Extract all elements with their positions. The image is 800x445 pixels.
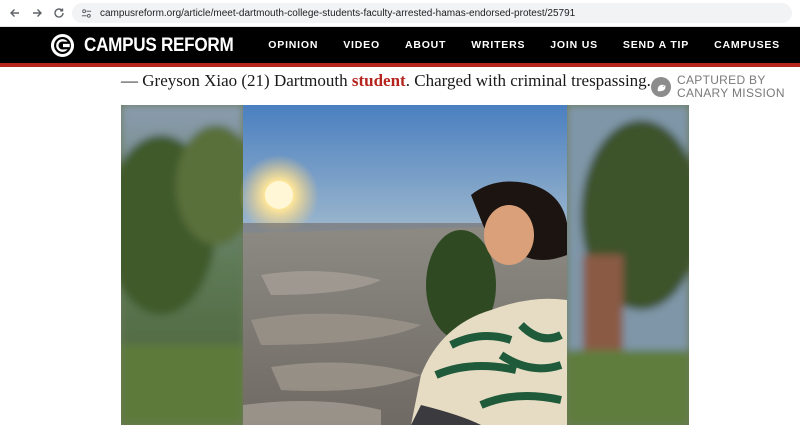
address-bar[interactable]: campusreform.org/article/meet-dartmouth-… [72, 3, 792, 23]
site-info-icon [81, 8, 91, 18]
canary-mission-credit: CAPTURED BY CANARY MISSION [651, 72, 796, 102]
arrow-right-icon [33, 9, 42, 17]
reload-button[interactable] [52, 6, 66, 20]
credit-line-2: CANARY MISSION [677, 86, 785, 100]
url-text[interactable]: campusreform.org/article/meet-dartmouth-… [100, 8, 575, 19]
photo-caption: — Greyson Xiao (21) Dartmouth student. C… [121, 71, 651, 91]
reload-icon [54, 8, 64, 18]
site-logo-text[interactable]: CAMPUS REFORM [84, 35, 234, 57]
arrow-left-icon [10, 9, 19, 17]
forward-button[interactable] [30, 6, 44, 20]
nav-join-us[interactable]: JOIN US [550, 39, 598, 51]
photo-illustration [121, 105, 689, 425]
caption-suffix: . Charged with criminal trespassing. [405, 71, 651, 90]
article-photo [121, 105, 689, 425]
nav-writers[interactable]: WRITERS [471, 39, 525, 51]
site-header: CAMPUS REFORM OPINION VIDEO ABOUT WRITER… [0, 27, 800, 63]
site-info-button[interactable] [78, 5, 94, 21]
nav-about[interactable]: ABOUT [405, 39, 446, 51]
caption-prefix: — Greyson Xiao (21) Dartmouth [121, 71, 352, 90]
campus-reform-logo-icon[interactable] [50, 33, 75, 58]
nav-campuses[interactable]: CAMPUSES [714, 39, 780, 51]
nav-opinion[interactable]: OPINION [268, 39, 318, 51]
credit-text: CAPTURED BY CANARY MISSION [677, 74, 785, 100]
browser-toolbar: campusreform.org/article/meet-dartmouth-… [0, 0, 800, 27]
main-nav: OPINION VIDEO ABOUT WRITERS JOIN US SEND… [243, 27, 780, 63]
canary-bird-icon [651, 77, 671, 97]
nav-send-a-tip[interactable]: SEND A TIP [623, 39, 689, 51]
caption-student-link[interactable]: student [352, 71, 406, 90]
header-accent-stripe [0, 63, 800, 67]
nav-video[interactable]: VIDEO [343, 39, 380, 51]
back-button[interactable] [8, 6, 22, 20]
